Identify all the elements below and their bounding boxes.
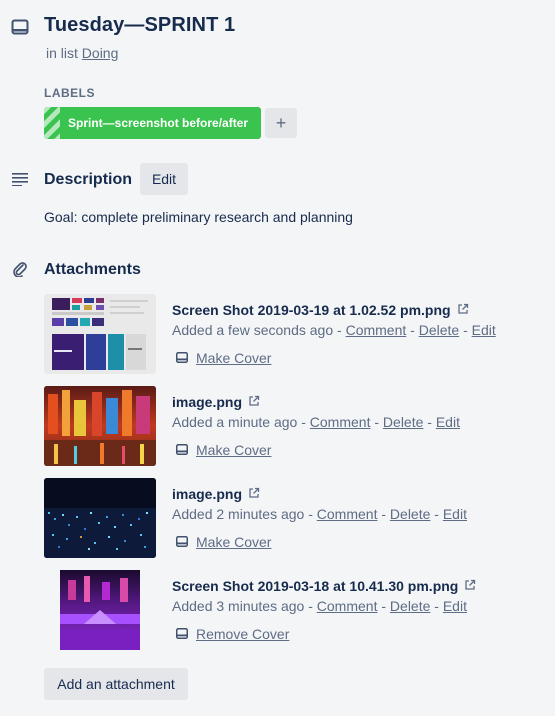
cover-action-text[interactable]: Make Cover <box>196 350 271 366</box>
cover-icon <box>176 534 188 550</box>
attachment-filename[interactable]: Screen Shot 2019-03-18 at 10.41.30 pm.pn… <box>172 578 458 594</box>
separator: - <box>423 414 436 430</box>
attachment-meta: Added 2 minutes ago - Comment - Delete -… <box>172 506 467 522</box>
separator: - <box>377 598 390 614</box>
separator: - <box>430 598 443 614</box>
external-link-icon[interactable] <box>457 302 469 318</box>
external-link-icon[interactable] <box>464 578 476 594</box>
remove-cover-button[interactable]: Remove Cover <box>176 626 289 642</box>
separator: - <box>304 506 317 522</box>
list-link[interactable]: Doing <box>82 45 119 61</box>
cover-icon <box>176 350 188 366</box>
make-cover-button[interactable]: Make Cover <box>176 350 271 366</box>
external-link-icon[interactable] <box>248 394 260 410</box>
cover-action-text[interactable]: Remove Cover <box>196 626 289 642</box>
edit-link[interactable]: Edit <box>436 414 460 430</box>
attachment-added: Added a minute ago <box>172 414 298 430</box>
separator: - <box>370 414 383 430</box>
in-list-prefix: in list <box>46 45 78 61</box>
card-title[interactable]: Tuesday—SPRINT 1 <box>44 14 235 37</box>
attachment-added: Added 2 minutes ago <box>172 506 305 522</box>
attachment-filename[interactable]: image.png <box>172 394 242 410</box>
add-label-button[interactable]: + <box>265 108 297 138</box>
attachment-thumbnail[interactable] <box>44 478 156 558</box>
make-cover-button[interactable]: Make Cover <box>176 442 271 458</box>
separator: - <box>377 506 390 522</box>
separator: - <box>406 322 419 338</box>
add-attachment-button[interactable]: Add an attachment <box>44 668 188 700</box>
attachment-name[interactable]: image.png <box>172 394 260 410</box>
cover-action-text[interactable]: Make Cover <box>196 442 271 458</box>
labels-heading: LABELS <box>44 86 95 100</box>
attachment-thumbnail[interactable] <box>44 294 156 374</box>
comment-link[interactable]: Comment <box>317 506 378 522</box>
cover-action-text[interactable]: Make Cover <box>196 534 271 550</box>
attachment-meta: Added a minute ago - Comment - Delete - … <box>172 414 460 430</box>
description-heading: Description <box>44 171 133 188</box>
comment-link[interactable]: Comment <box>310 414 371 430</box>
delete-link[interactable]: Delete <box>390 506 430 522</box>
delete-link[interactable]: Delete <box>383 414 423 430</box>
edit-link[interactable]: Edit <box>472 322 496 338</box>
delete-link[interactable]: Delete <box>419 322 459 338</box>
attachment-meta: Added a few seconds ago - Comment - Dele… <box>172 322 496 338</box>
attachment-name[interactable]: Screen Shot 2019-03-18 at 10.41.30 pm.pn… <box>172 578 476 594</box>
separator: - <box>304 598 317 614</box>
label-chip[interactable]: Sprint—screenshot before/after <box>44 107 261 139</box>
attachment-thumbnail[interactable] <box>44 570 156 650</box>
attachment-added: Added 3 minutes ago <box>172 598 305 614</box>
description-lines-icon <box>12 172 28 186</box>
card-icon <box>11 19 29 35</box>
attachments-heading: Attachments <box>44 261 141 278</box>
edit-link[interactable]: Edit <box>443 598 467 614</box>
description-text[interactable]: Goal: complete preliminary research and … <box>44 209 353 225</box>
attachment-filename[interactable]: Screen Shot 2019-03-19 at 1.02.52 pm.png <box>172 302 451 318</box>
cover-icon <box>176 442 188 458</box>
external-link-icon[interactable] <box>248 486 260 502</box>
edit-link[interactable]: Edit <box>443 506 467 522</box>
attachment-name[interactable]: image.png <box>172 486 260 502</box>
delete-link[interactable]: Delete <box>390 598 430 614</box>
separator: - <box>333 322 346 338</box>
attachment-added: Added a few seconds ago <box>172 322 334 338</box>
cover-icon <box>176 626 188 642</box>
make-cover-button[interactable]: Make Cover <box>176 534 271 550</box>
attachment-thumbnail[interactable] <box>44 386 156 466</box>
separator: - <box>430 506 443 522</box>
in-list-text: in list Doing <box>46 45 118 61</box>
label-text: Sprint—screenshot before/after <box>68 116 249 130</box>
attachment-filename[interactable]: image.png <box>172 486 242 502</box>
comment-link[interactable]: Comment <box>346 322 407 338</box>
attachment-name[interactable]: Screen Shot 2019-03-19 at 1.02.52 pm.png <box>172 302 469 318</box>
label-stripes <box>44 107 60 139</box>
paperclip-icon <box>12 261 28 277</box>
edit-description-button[interactable]: Edit <box>140 163 188 195</box>
separator: - <box>297 414 310 430</box>
attachment-meta: Added 3 minutes ago - Comment - Delete -… <box>172 598 467 614</box>
comment-link[interactable]: Comment <box>317 598 378 614</box>
separator: - <box>459 322 472 338</box>
